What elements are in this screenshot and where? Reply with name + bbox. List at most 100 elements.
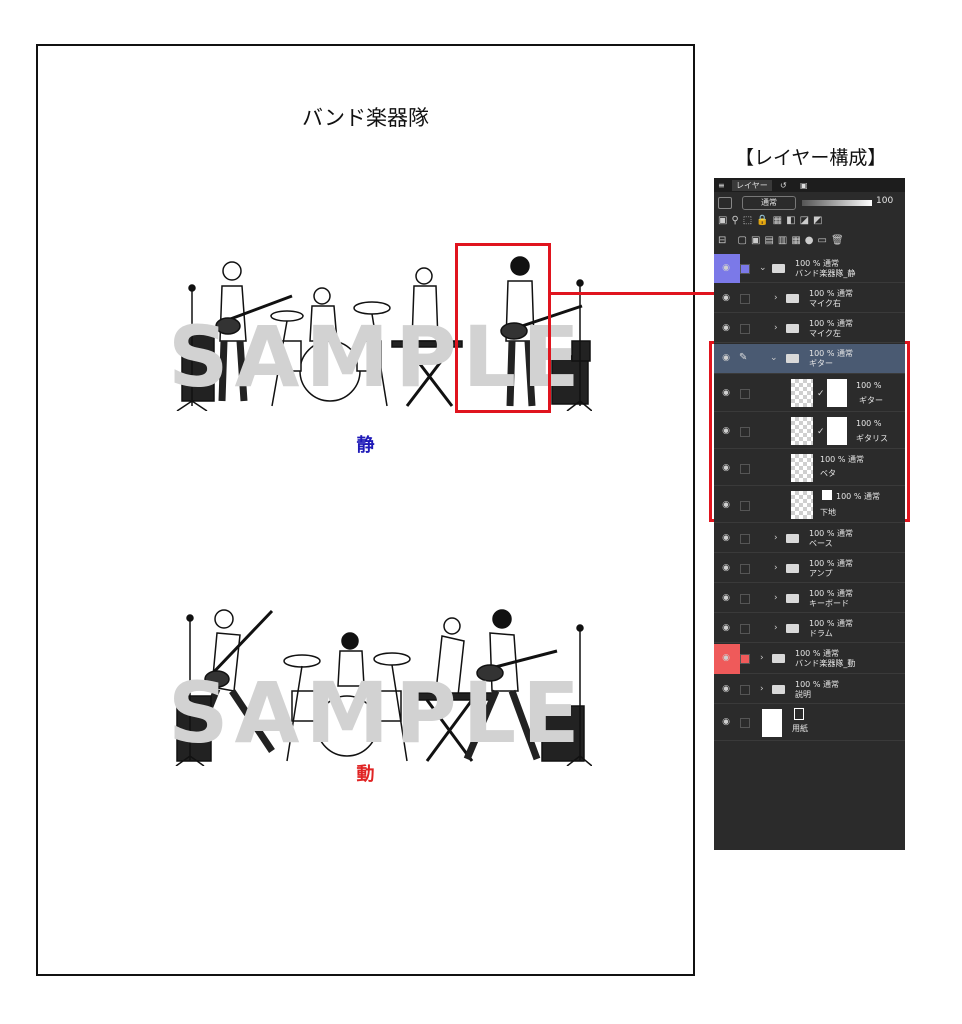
layer-name: ベタ (820, 469, 836, 478)
layer-row-guitarist[interactable]: ◉ ✓ 100 % ギタリス (714, 413, 905, 449)
layer-panel: ≡ レイヤー ↺ ▣ 通常 100 ▣⚲⬚🔒▦◧◪◩ ⊟ ▢▣▤▥▦●▭🗑 ◉ … (714, 178, 905, 850)
layer-name: キーボード (809, 599, 849, 608)
layer-mask-thumbnail (827, 417, 847, 445)
layer-row-paper[interactable]: ◉ 用紙 (714, 705, 905, 741)
visibility-eye-icon[interactable]: ◉ (719, 717, 733, 727)
folder-icon (786, 354, 799, 363)
layer-row-mic-right[interactable]: ◉ › 100 % 通常 マイク右 (714, 284, 905, 313)
visibility-eye-icon[interactable]: ◉ (719, 623, 733, 633)
layer-row-keyboard[interactable]: ◉ › 100 % 通常 キーボード (714, 584, 905, 613)
layer-command-toolbar[interactable]: ⊟ ▢▣▤▥▦●▭🗑 (718, 235, 901, 249)
visibility-eye-icon[interactable]: ◉ (719, 563, 733, 573)
layer-row-base[interactable]: ◉ 100 % 通常 下地 (714, 487, 905, 523)
chevron-right-icon[interactable]: › (774, 623, 778, 633)
layer-lock-checkbox[interactable] (740, 464, 750, 474)
chevron-right-icon[interactable]: › (760, 653, 764, 663)
chevron-right-icon[interactable]: › (774, 323, 778, 333)
layer-lock-checkbox[interactable] (740, 564, 750, 574)
watermark-motion: SAMPLE (168, 664, 586, 762)
layer-lock-checkbox[interactable] (740, 624, 750, 634)
layer-name: ギター (859, 396, 883, 405)
visibility-eye-icon[interactable]: ◉ (719, 500, 733, 510)
opacity-value[interactable]: 100 (876, 196, 893, 206)
visibility-eye-icon[interactable]: ◉ (719, 463, 733, 473)
visibility-eye-icon[interactable]: ◉ (719, 653, 733, 663)
layer-thumbnail (791, 379, 813, 407)
chevron-right-icon[interactable]: › (774, 533, 778, 543)
panel-tab-bar: ≡ レイヤー ↺ ▣ (714, 178, 905, 192)
layer-row-mic-left[interactable]: ◉ › 100 % 通常 マイク左 (714, 314, 905, 343)
layer-mode: 100 % (856, 381, 882, 390)
chevron-right-icon[interactable]: › (774, 593, 778, 603)
chevron-right-icon[interactable]: › (760, 684, 764, 694)
blend-mode-select[interactable]: 通常 (742, 196, 796, 210)
layer-lock-checkbox[interactable] (740, 294, 750, 304)
document-page: バンド楽器隊 SAMPLE 静 SAMPLE 動 (36, 44, 695, 976)
caption-motion: 動 (356, 764, 375, 785)
folder-icon (786, 324, 799, 333)
layer-lock-checkbox[interactable] (740, 324, 750, 334)
folder-icon (786, 594, 799, 603)
layer-row-bass[interactable]: ◉ › 100 % 通常 ベース (714, 524, 905, 553)
layer-mode: 100 % 通常 (836, 492, 880, 501)
layer-thumbnail (791, 454, 813, 482)
visibility-eye-icon[interactable]: ◉ (719, 388, 733, 398)
layer-lock-checkbox[interactable] (740, 264, 750, 274)
layer-row-notes[interactable]: ◉ › 100 % 通常 説明 (714, 675, 905, 704)
caption-calm: 静 (356, 435, 375, 456)
layer-property-toolbar[interactable]: ▣⚲⬚🔒▦◧◪◩ (718, 215, 901, 229)
chevron-down-icon[interactable]: ⌄ (759, 263, 767, 273)
layer-lock-checkbox[interactable] (740, 389, 750, 399)
layer-name: 説明 (795, 690, 811, 699)
visibility-eye-icon[interactable]: ◉ (719, 323, 733, 333)
folder-icon (786, 294, 799, 303)
layer-lock-checkbox[interactable] (740, 501, 750, 511)
layer-lock-checkbox[interactable] (740, 685, 750, 695)
chevron-right-icon[interactable]: › (774, 293, 778, 303)
folder-icon (772, 654, 785, 663)
tab-layer[interactable]: レイヤー (732, 180, 772, 191)
layer-name: マイク右 (809, 299, 841, 308)
layer-lock-checkbox[interactable] (740, 718, 750, 728)
layer-row-band-calm[interactable]: ◉ ⌄ 100 % 通常 バンド楽器隊_静 (714, 254, 905, 283)
layer-lock-checkbox[interactable] (740, 534, 750, 544)
document-title: バンド楽器隊 (301, 106, 430, 130)
layer-thumbnail (791, 417, 813, 445)
layer-color-icon[interactable] (718, 197, 732, 209)
layer-lock-checkbox[interactable] (740, 654, 750, 664)
layer-row-guitar-folder[interactable]: ◉ ✎ ⌄ 100 % 通常 ギター (714, 344, 905, 374)
layer-lock-checkbox[interactable] (740, 594, 750, 604)
visibility-eye-icon[interactable]: ◉ (719, 263, 733, 273)
navigator-icon[interactable]: ▣ (800, 180, 808, 191)
folder-icon (786, 564, 799, 573)
layer-row-fill[interactable]: ◉ 100 % 通常 ベタ (714, 450, 905, 486)
layer-name: アンプ (809, 569, 833, 578)
chevron-right-icon[interactable]: › (774, 563, 778, 573)
layer-row-drums[interactable]: ◉ › 100 % 通常 ドラム (714, 614, 905, 643)
layer-structure-heading: 【レイヤー構成】 (735, 147, 887, 169)
layer-mask-thumbnail (827, 379, 847, 407)
layer-thumbnail (762, 709, 782, 737)
mask-link-icon: ✓ (817, 389, 825, 399)
layer-row-band-motion[interactable]: ◉ › 100 % 通常 バンド楽器隊_動 (714, 644, 905, 674)
layer-name: 用紙 (792, 724, 808, 733)
visibility-eye-icon[interactable]: ◉ (719, 684, 733, 694)
visibility-eye-icon[interactable]: ◉ (719, 353, 733, 363)
chevron-down-icon[interactable]: ⌄ (770, 353, 778, 363)
menu-icon[interactable]: ≡ (718, 180, 725, 191)
opacity-slider[interactable] (802, 200, 872, 206)
history-icon[interactable]: ↺ (780, 180, 787, 191)
visibility-eye-icon[interactable]: ◉ (719, 593, 733, 603)
raster-layer-icon (822, 490, 832, 500)
visibility-eye-icon[interactable]: ◉ (719, 533, 733, 543)
layer-thumbnail (791, 491, 813, 519)
visibility-eye-icon[interactable]: ◉ (719, 293, 733, 303)
layer-name: バンド楽器隊_静 (795, 269, 856, 278)
layer-row-guitar[interactable]: ◉ ✓ 100 % ギター (714, 375, 905, 412)
layer-mode: 100 % 通常 (820, 455, 864, 464)
folder-icon (772, 264, 785, 273)
layer-row-amp[interactable]: ◉ › 100 % 通常 アンプ (714, 554, 905, 583)
layer-lock-checkbox[interactable] (740, 427, 750, 437)
layer-name: ギタリス (856, 434, 888, 443)
visibility-eye-icon[interactable]: ◉ (719, 426, 733, 436)
